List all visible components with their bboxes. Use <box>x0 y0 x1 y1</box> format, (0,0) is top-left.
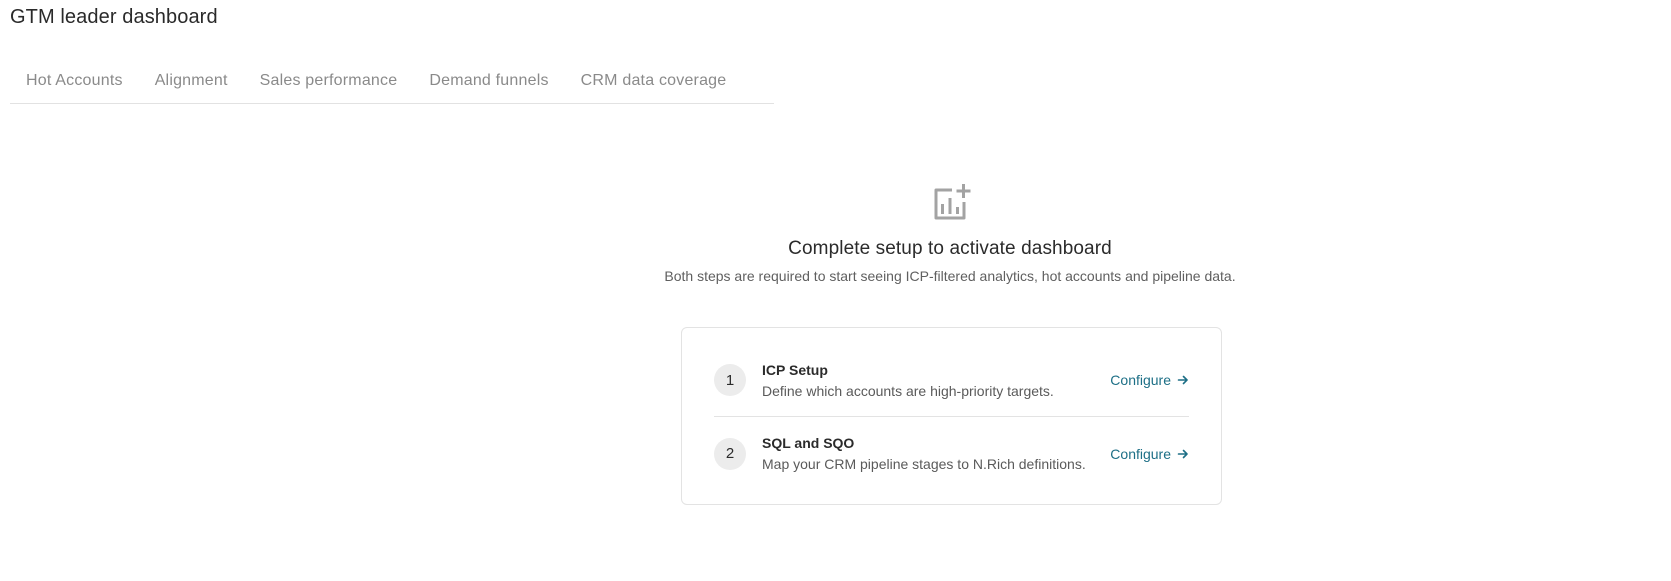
step-description: Define which accounts are high-priority … <box>762 382 1054 399</box>
setup-title: Complete setup to activate dashboard <box>788 238 1112 259</box>
tab-demand-funnels[interactable]: Demand funnels <box>413 60 564 104</box>
setup-step-sql-sqo: 2 SQL and SQO Map your CRM pipeline stag… <box>714 417 1189 490</box>
tab-alignment[interactable]: Alignment <box>139 60 244 104</box>
step-number-badge: 1 <box>714 364 746 396</box>
tab-bar: Hot Accounts Alignment Sales performance… <box>10 60 774 104</box>
configure-sql-sqo-link[interactable]: Configure <box>1110 446 1189 462</box>
arrow-right-icon <box>1177 375 1188 385</box>
arrow-right-icon <box>1177 449 1188 458</box>
dashboard-page: GTM leader dashboard Hot Accounts Alignm… <box>0 0 1671 581</box>
configure-label: Configure <box>1110 372 1171 388</box>
tab-hot-accounts[interactable]: Hot Accounts <box>10 60 139 104</box>
configure-label: Configure <box>1110 445 1171 462</box>
step-number-badge: 2 <box>714 437 746 470</box>
setup-steps-card: 1 ICP Setup Define which accounts are hi… <box>681 327 1222 505</box>
step-title: ICP Setup <box>762 361 828 378</box>
tab-sales-performance[interactable]: Sales performance <box>244 60 414 104</box>
setup-empty-state: Complete setup to activate dashboard Bot… <box>600 182 1300 284</box>
add-chart-icon <box>934 184 971 220</box>
configure-icp-link[interactable]: Configure <box>1110 372 1189 388</box>
setup-subtitle: Both steps are required to start seeing … <box>664 268 1236 284</box>
tab-crm-data-coverage[interactable]: CRM data coverage <box>565 60 743 104</box>
page-title: GTM leader dashboard <box>10 6 218 28</box>
setup-step-icp: 1 ICP Setup Define which accounts are hi… <box>714 344 1189 417</box>
step-title: SQL and SQO <box>762 435 855 451</box>
step-description: Map your CRM pipeline stages to N.Rich d… <box>762 456 1086 472</box>
